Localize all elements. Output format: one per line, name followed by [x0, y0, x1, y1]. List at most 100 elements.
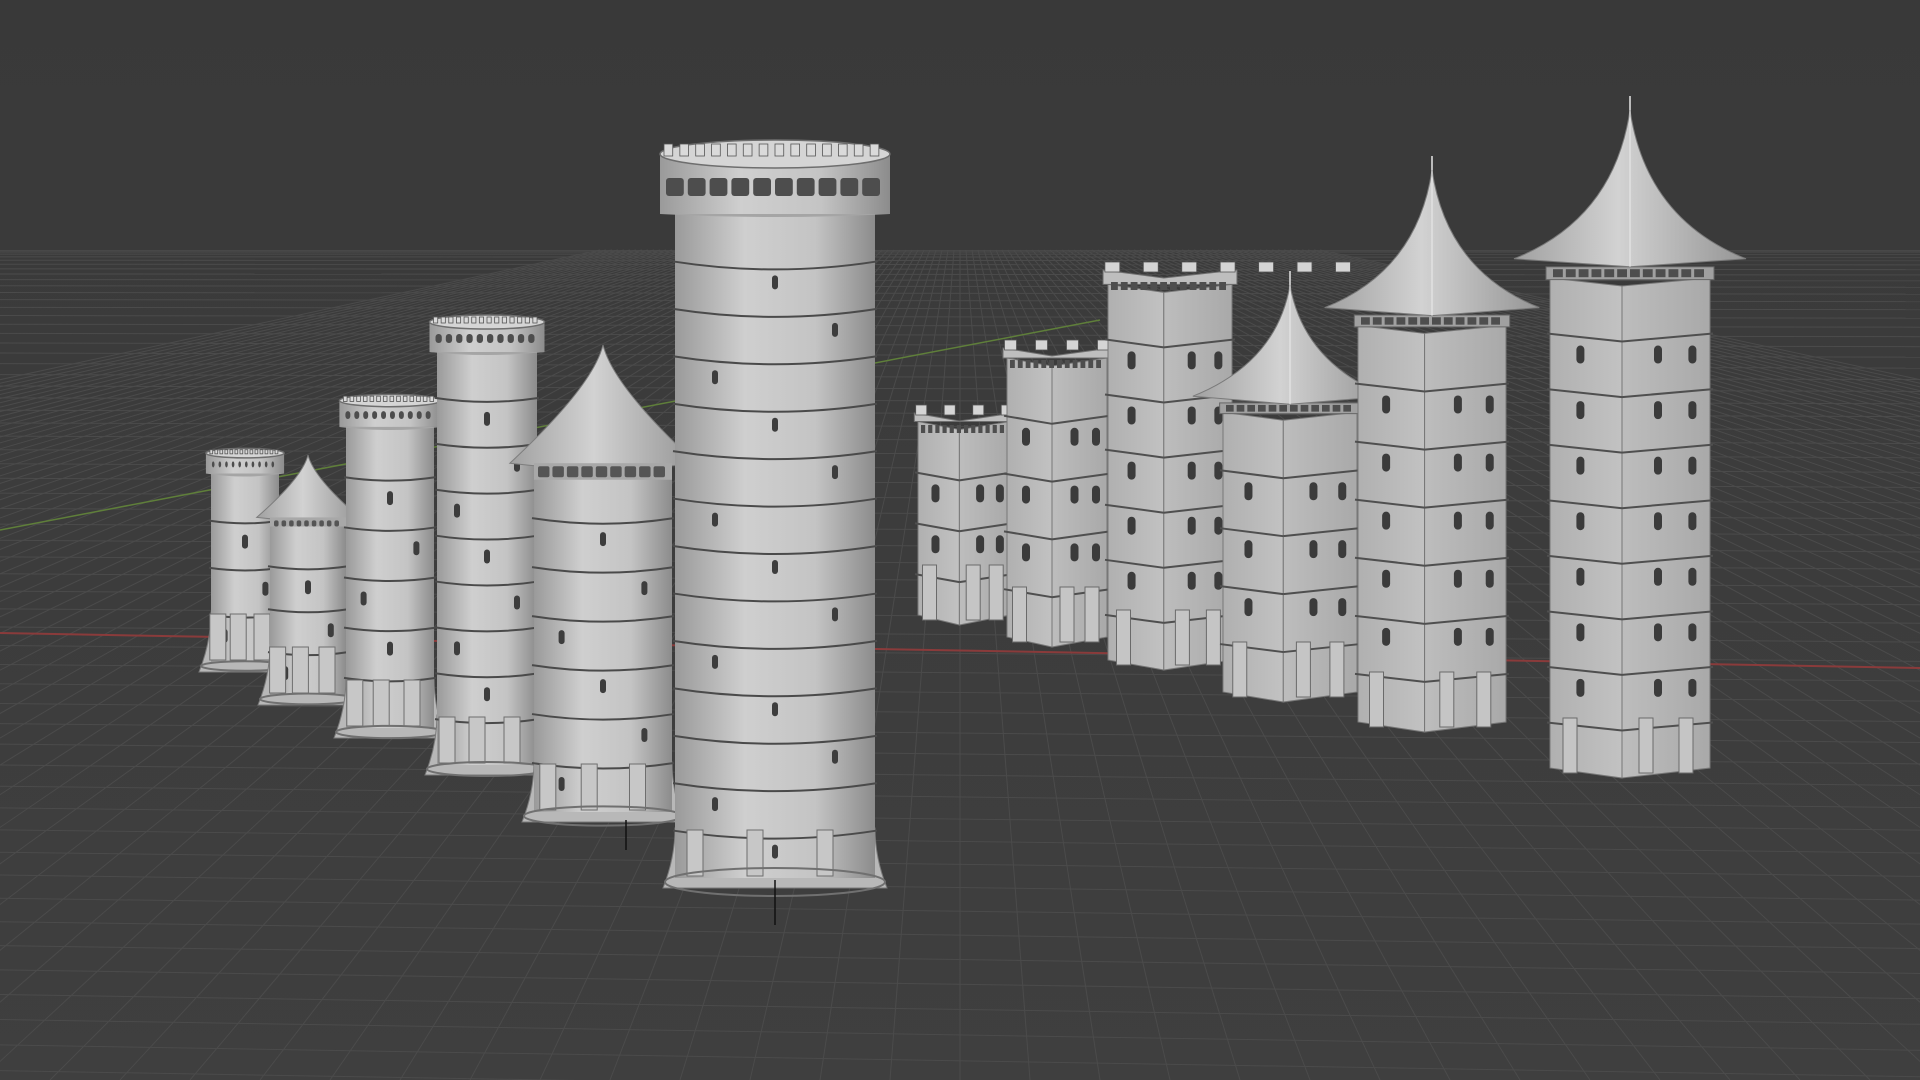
machicolation — [1617, 269, 1627, 278]
merlon — [524, 316, 530, 324]
merlon — [1335, 261, 1351, 273]
merlon — [463, 316, 469, 324]
tower-window — [995, 535, 1004, 554]
corbel-arch — [390, 411, 395, 420]
tower-window — [712, 370, 718, 385]
corbel-arch — [528, 334, 535, 343]
corbel-arch — [731, 178, 750, 196]
tower-buttress — [1439, 671, 1455, 728]
merlon — [838, 143, 848, 157]
tower-window — [1654, 567, 1662, 586]
tower-window — [242, 534, 248, 549]
merlon — [1142, 261, 1159, 273]
tower-window — [1654, 623, 1662, 642]
tower-window — [387, 641, 393, 656]
3d-viewport[interactable] — [0, 0, 1920, 1080]
tower-window — [712, 654, 718, 669]
tower-buttress — [372, 679, 390, 727]
machicolation — [1396, 317, 1406, 325]
corbel-arch — [435, 334, 442, 343]
tower-window — [1187, 461, 1196, 480]
merlon — [478, 316, 484, 324]
round-tower-4 — [424, 314, 550, 777]
corbel-arch — [818, 178, 837, 196]
tower-window — [1092, 485, 1100, 504]
merlon — [742, 143, 753, 157]
tower-window — [1382, 627, 1391, 646]
machicolation — [624, 466, 637, 478]
corbel — [978, 425, 983, 433]
corbel-arch — [231, 461, 235, 468]
tower-window — [413, 541, 420, 556]
machicolation — [538, 466, 550, 478]
corbel-arch — [456, 334, 463, 343]
machicolation — [1279, 404, 1287, 412]
merlon — [501, 316, 507, 324]
corbel-arch — [363, 411, 369, 420]
tower-face-left — [1222, 411, 1284, 703]
tower-window — [832, 322, 838, 337]
tower-window — [1214, 516, 1223, 535]
machicolation — [595, 466, 608, 478]
machicolation — [334, 520, 339, 527]
corbel — [999, 425, 1004, 433]
tower-window — [1485, 569, 1494, 588]
merlon — [274, 449, 279, 455]
tower-window — [1485, 453, 1494, 472]
merlon — [402, 395, 408, 402]
corbel-arch — [775, 178, 793, 196]
merlon — [758, 143, 769, 157]
square-tower-6 — [1513, 96, 1747, 779]
machicolation — [1247, 404, 1255, 412]
merlon — [727, 143, 737, 157]
corbel — [1150, 282, 1158, 290]
tower-buttress — [1174, 609, 1190, 666]
tower-window — [1382, 453, 1391, 472]
tower-window — [1576, 456, 1585, 475]
tower-window — [1127, 461, 1136, 480]
corbel-arch — [840, 178, 859, 196]
merlon — [229, 449, 234, 455]
tower-window — [514, 595, 520, 610]
merlon — [356, 395, 361, 402]
merlon — [790, 143, 800, 157]
machicolation — [1408, 317, 1418, 325]
cone-roof — [508, 344, 698, 470]
tower-window — [360, 591, 367, 606]
tower-window — [1688, 456, 1697, 475]
machicolation — [1443, 317, 1453, 325]
machicolation — [1258, 404, 1266, 412]
corbel-arch — [345, 411, 351, 420]
corbel — [1160, 282, 1167, 290]
merlon — [822, 143, 832, 157]
tower-window — [600, 679, 606, 694]
machicolation — [1578, 269, 1589, 278]
round-tower-5 — [508, 344, 698, 827]
tower-window — [484, 549, 490, 564]
machicolation — [326, 520, 332, 527]
corbel-arch — [487, 334, 494, 343]
corbel — [1041, 360, 1047, 368]
corbel-arch — [425, 411, 431, 420]
corbel-arch — [407, 411, 413, 420]
tower-buttress — [1084, 586, 1100, 643]
merlon — [249, 449, 254, 455]
tower-buttress — [1562, 717, 1578, 774]
merlon — [369, 395, 375, 402]
merlon — [1104, 261, 1121, 273]
tower-buttress — [468, 716, 486, 764]
tower-window — [772, 702, 778, 717]
corbel-arch — [497, 334, 504, 343]
corbel — [921, 425, 926, 433]
machicolation — [289, 520, 294, 527]
merlon — [422, 395, 428, 402]
tower-window — [1654, 678, 1662, 697]
corbel-arch — [466, 334, 473, 343]
tower-buttress — [1012, 586, 1027, 643]
tower-window — [1187, 351, 1196, 370]
merlon — [456, 316, 462, 324]
corbel-arch — [354, 411, 360, 420]
corbel-arch — [264, 461, 268, 468]
tower-window — [1092, 543, 1100, 562]
machicolation — [1236, 404, 1245, 412]
